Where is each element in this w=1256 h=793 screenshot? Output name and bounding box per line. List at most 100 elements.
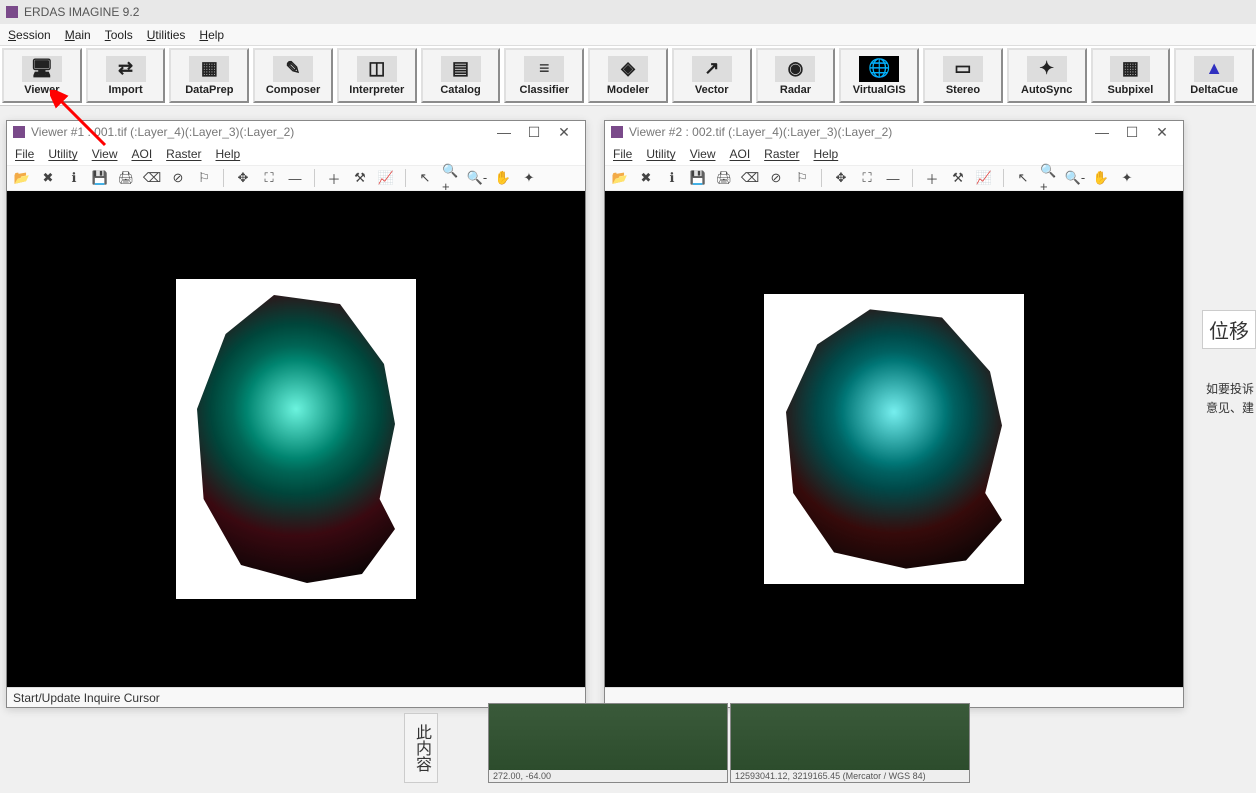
crosshair-icon[interactable]: ＋: [325, 169, 343, 187]
toolbar-viewer[interactable]: 🖥Viewer: [2, 48, 82, 103]
catalog-icon: ▤: [441, 56, 481, 82]
close-button[interactable]: ✕: [549, 124, 579, 141]
maximize-button[interactable]: ☐: [519, 124, 549, 141]
viewer-icon: [611, 126, 623, 138]
toolbar-subpixel[interactable]: ▦Subpixel: [1091, 48, 1171, 103]
close-icon[interactable]: ✖: [637, 169, 655, 187]
open-icon[interactable]: 📂: [13, 169, 31, 187]
fit-in-icon[interactable]: ✥: [234, 169, 252, 187]
toolbar-label: Classifier: [520, 84, 570, 96]
maximize-button[interactable]: ☐: [1117, 124, 1147, 141]
save-icon[interactable]: 💾: [91, 169, 109, 187]
menu-session[interactable]: Session: [8, 28, 51, 42]
toolbar-label: Composer: [266, 84, 320, 96]
zoom-in-icon[interactable]: 🔍+: [1040, 169, 1058, 187]
pointer-icon[interactable]: ↖: [416, 169, 434, 187]
erase-icon[interactable]: ⌫: [143, 169, 161, 187]
viewer1-titlebar[interactable]: Viewer #1 : 001.tif (:Layer_4)(:Layer_3)…: [7, 121, 585, 143]
toolbar-label: Import: [108, 84, 142, 96]
viewer1-menu-view[interactable]: View: [92, 147, 118, 161]
stereo-icon: ▭: [943, 56, 983, 82]
info-icon[interactable]: ℹ: [663, 169, 681, 187]
toolbar-modeler[interactable]: ◈Modeler: [588, 48, 668, 103]
toolbar-stereo[interactable]: ▭Stereo: [923, 48, 1003, 103]
crosshair-icon[interactable]: ＋: [923, 169, 941, 187]
viewer1-menu-file[interactable]: File: [15, 147, 34, 161]
hammer-icon[interactable]: ⚒: [949, 169, 967, 187]
viewer1-toolbar: 📂 ✖ ℹ 💾 🖨 ⌫ ⊘ ⚐ ✥ ⛶ ― ＋ ⚒ 📈 ↖ 🔍+ 🔍- ✋ ✦: [7, 165, 585, 191]
interpreter-icon: ◫: [357, 56, 397, 82]
toolbar-dataprep[interactable]: ▦DataPrep: [169, 48, 249, 103]
zoom-out-icon[interactable]: 🔍-: [468, 169, 486, 187]
profile-icon[interactable]: 📈: [975, 169, 993, 187]
toolbar-deltacue[interactable]: ▲DeltaCue: [1174, 48, 1254, 103]
erase-icon[interactable]: ⌫: [741, 169, 759, 187]
viewer2-menu-help[interactable]: Help: [814, 147, 839, 161]
fit-in-icon[interactable]: ✥: [832, 169, 850, 187]
profile-icon[interactable]: 📈: [377, 169, 395, 187]
zoom-in-icon[interactable]: 🔍+: [442, 169, 460, 187]
toolbar-label: Subpixel: [1107, 84, 1153, 96]
viewer1-title: Viewer #1 : 001.tif (:Layer_4)(:Layer_3)…: [31, 125, 294, 139]
minimize-button[interactable]: —: [1087, 124, 1117, 140]
info-icon[interactable]: ℹ: [65, 169, 83, 187]
viewer2-menu-view[interactable]: View: [690, 147, 716, 161]
minimize-button[interactable]: —: [489, 124, 519, 140]
pan-icon[interactable]: ✋: [494, 169, 512, 187]
roam-icon[interactable]: ✦: [1118, 169, 1136, 187]
marker-icon[interactable]: ⚐: [793, 169, 811, 187]
toolbar-label: Vector: [695, 84, 729, 96]
viewer-icon: 🖥: [22, 56, 62, 82]
marker-icon[interactable]: ⚐: [195, 169, 213, 187]
toolbar-classifier[interactable]: ≡ Classifier: [504, 48, 584, 103]
print-icon[interactable]: 🖨: [117, 169, 135, 187]
open-icon[interactable]: 📂: [611, 169, 629, 187]
menu-main[interactable]: Main: [65, 28, 91, 42]
close-icon[interactable]: ✖: [39, 169, 57, 187]
toolbar-virtualgis[interactable]: 🌐VirtualGIS: [839, 48, 919, 103]
viewer2-menu-aoi[interactable]: AOI: [729, 147, 750, 161]
viewer1-menu-aoi[interactable]: AOI: [131, 147, 152, 161]
menu-help[interactable]: Help: [199, 28, 224, 42]
viewer2-menu-file[interactable]: File: [613, 147, 632, 161]
toolbar-composer[interactable]: ✎Composer: [253, 48, 333, 103]
toolbar-import[interactable]: ⇄Import: [86, 48, 166, 103]
zoom-out-icon[interactable]: 🔍-: [1066, 169, 1084, 187]
viewer1-menu-help[interactable]: Help: [216, 147, 241, 161]
dataprep-icon: ▦: [189, 56, 229, 82]
pan-icon[interactable]: ✋: [1092, 169, 1110, 187]
viewer1-menu: File Utility View AOI Raster Help: [7, 143, 585, 165]
fit-out-icon[interactable]: ⛶: [260, 169, 278, 187]
main-toolbar: 🖥Viewer⇄Import▦DataPrep✎Composer◫Interpr…: [0, 46, 1256, 106]
viewer2-menu-utility[interactable]: Utility: [646, 147, 675, 161]
classifier-icon: ≡: [524, 56, 564, 82]
viewer1-menu-raster[interactable]: Raster: [166, 147, 201, 161]
toolbar-autosync[interactable]: ✦AutoSync: [1007, 48, 1087, 103]
fit-out-icon[interactable]: ⛶: [858, 169, 876, 187]
side-button[interactable]: 位移: [1202, 310, 1256, 349]
hammer-icon[interactable]: ⚒: [351, 169, 369, 187]
no-entry-icon[interactable]: ⊘: [169, 169, 187, 187]
viewer1-canvas[interactable]: [7, 191, 585, 687]
toolbar-radar[interactable]: ◉Radar: [756, 48, 836, 103]
roam-icon[interactable]: ✦: [520, 169, 538, 187]
no-entry-icon[interactable]: ⊘: [767, 169, 785, 187]
menu-tools[interactable]: Tools: [105, 28, 133, 42]
app-icon: [6, 6, 18, 18]
viewer1-menu-utility[interactable]: Utility: [48, 147, 77, 161]
toolbar-interpreter[interactable]: ◫Interpreter: [337, 48, 417, 103]
bg-thumbnail-1: 272.00, -64.00: [488, 703, 728, 783]
main-menubar: Session Main Tools Utilities Help: [0, 24, 1256, 46]
close-button[interactable]: ✕: [1147, 124, 1177, 141]
pointer-icon[interactable]: ↖: [1014, 169, 1032, 187]
measure-icon[interactable]: ―: [286, 169, 304, 187]
toolbar-vector[interactable]: ↗Vector: [672, 48, 752, 103]
save-icon[interactable]: 💾: [689, 169, 707, 187]
toolbar-catalog[interactable]: ▤Catalog: [421, 48, 501, 103]
menu-utilities[interactable]: Utilities: [147, 28, 186, 42]
print-icon[interactable]: 🖨: [715, 169, 733, 187]
measure-icon[interactable]: ―: [884, 169, 902, 187]
viewer2-titlebar[interactable]: Viewer #2 : 002.tif (:Layer_4)(:Layer_3)…: [605, 121, 1183, 143]
viewer2-canvas[interactable]: [605, 191, 1183, 687]
viewer2-menu-raster[interactable]: Raster: [764, 147, 799, 161]
